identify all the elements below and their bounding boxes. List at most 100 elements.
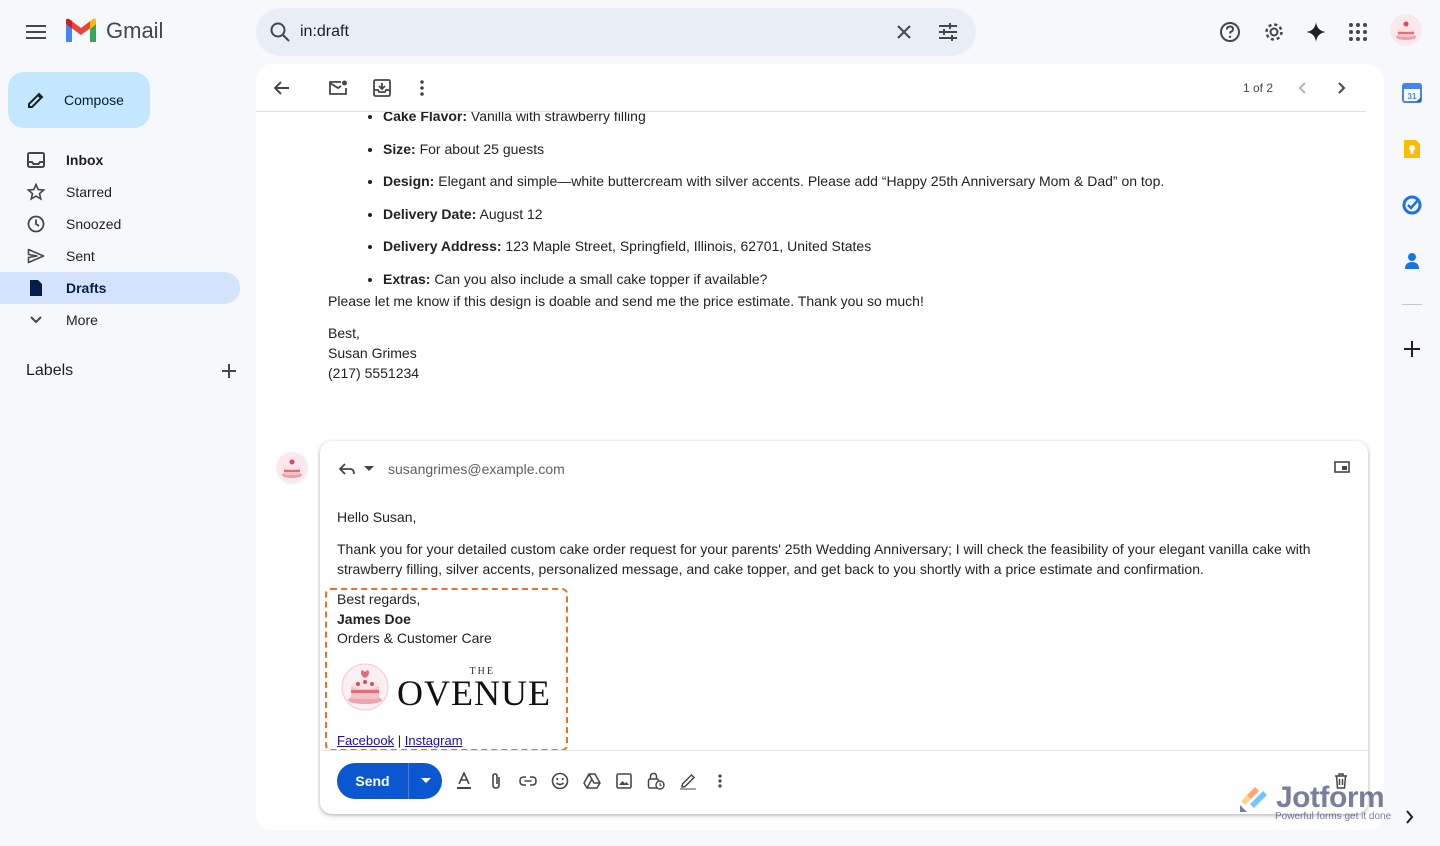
search-options-button[interactable]: [928, 12, 968, 52]
gemini-button[interactable]: [1296, 12, 1336, 52]
send-options-button[interactable]: [409, 763, 442, 799]
caret-down-icon[interactable]: [364, 466, 374, 472]
instagram-link[interactable]: Instagram: [405, 733, 463, 748]
reply-body[interactable]: Hello Susan, Thank you for your detailed…: [337, 507, 1357, 579]
support-button[interactable]: [1210, 12, 1250, 52]
search-input[interactable]: [300, 20, 860, 44]
item-value: For about 25 guests: [415, 140, 545, 157]
facebook-link[interactable]: Facebook: [337, 733, 394, 748]
account-avatar[interactable]: [1390, 14, 1422, 46]
reply-icon[interactable]: [338, 462, 356, 476]
reply-avatar: [276, 452, 308, 484]
sidebar-item-more[interactable]: More: [0, 304, 240, 336]
rail-divider: [1402, 304, 1422, 305]
keep-icon: [1404, 140, 1420, 158]
older-button[interactable]: [1322, 68, 1362, 108]
inbox-icon: [27, 152, 45, 168]
lock-clock-icon: [647, 772, 665, 790]
sidebar-item-starred[interactable]: Starred: [0, 176, 240, 208]
sidebar-item-label: Snoozed: [66, 216, 122, 232]
more-options-button[interactable]: [402, 68, 442, 108]
contacts-app[interactable]: [1398, 247, 1426, 275]
signature-title: Orders & Customer Care: [337, 630, 492, 646]
gmail-logo[interactable]: Gmail: [64, 18, 163, 44]
help-icon: [1220, 22, 1240, 42]
insert-photo-button[interactable]: [608, 765, 640, 797]
drive-button[interactable]: [576, 765, 608, 797]
sparkle-icon: [1306, 22, 1326, 42]
list-item: Size: For about 25 guests: [383, 137, 1348, 170]
gmail-m-icon: [66, 18, 96, 42]
item-key: Size:: [383, 140, 416, 157]
signature-button[interactable]: [672, 765, 704, 797]
insert-link-button[interactable]: [512, 765, 544, 797]
sidebar-item-drafts[interactable]: Drafts: [0, 272, 240, 304]
close-icon: [897, 25, 911, 39]
clock-icon: [27, 215, 45, 233]
signature: Best regards, James Doe Orders & Custome…: [337, 590, 492, 649]
calendar-app[interactable]: 31: [1398, 79, 1426, 107]
move-to-inbox-button[interactable]: [362, 68, 402, 108]
pop-out-button[interactable]: [1322, 447, 1362, 487]
brand-name: OVENUE: [397, 672, 551, 713]
tasks-app[interactable]: [1398, 191, 1426, 219]
formatting-button[interactable]: [448, 765, 480, 797]
compose-button[interactable]: Compose: [8, 72, 150, 128]
pager-count: 1 of 2: [1243, 81, 1274, 95]
mark-unread-button[interactable]: [318, 68, 358, 108]
newer-button[interactable]: [1282, 68, 1322, 108]
reply-greeting: Hello Susan,: [337, 509, 417, 525]
draft-icon: [30, 280, 42, 296]
calendar-icon: 31: [1402, 83, 1422, 103]
cake-avatar-icon: [1396, 21, 1416, 40]
settings-button[interactable]: [1254, 12, 1294, 52]
send-button-group: Send: [337, 763, 442, 799]
social-links: Facebook | Instagram: [337, 733, 463, 748]
compose-footer: Send: [320, 750, 1368, 814]
closing-line: Please let me know if this design is doa…: [328, 293, 924, 309]
gear-icon: [1265, 23, 1283, 41]
pen-icon: [680, 773, 696, 790]
sender-phone: (217) 5551234: [328, 365, 420, 381]
reply-compose-box: susangrimes@example.com Hello Susan, Tha…: [320, 441, 1368, 814]
sidebar-item-snoozed[interactable]: Snoozed: [0, 208, 240, 240]
sidebar-item-sent[interactable]: Sent: [0, 240, 240, 272]
emoji-button[interactable]: [544, 765, 576, 797]
attach-button[interactable]: [480, 765, 512, 797]
item-key: Delivery Address:: [383, 238, 502, 254]
jotform-name: Jotform: [1276, 781, 1385, 814]
plus-icon: [1404, 341, 1420, 357]
message-view: 1 of 2 Cake Flavor: Vanilla with strawbe…: [256, 64, 1384, 830]
sidebar-nav: Inbox Starred Snoozed Sent Drafts More: [0, 144, 256, 336]
more-compose-options-button[interactable]: [704, 765, 736, 797]
tasks-icon: [1402, 195, 1422, 215]
apps-button[interactable]: [1338, 12, 1378, 52]
jotform-tagline: Powerful forms get it done: [1275, 811, 1392, 822]
email-body: Cake Flavor: Vanilla with strawberry fil…: [328, 104, 1348, 383]
sidebar-item-label: Sent: [66, 248, 95, 264]
clear-search-button[interactable]: [884, 12, 924, 52]
sidebar-item-inbox[interactable]: Inbox: [0, 144, 240, 176]
plus-icon[interactable]: [222, 364, 236, 378]
chevron-right-icon[interactable]: [1406, 810, 1414, 824]
item-value: August 12: [476, 205, 543, 222]
grid-apps-icon: [1349, 23, 1367, 41]
item-key: Delivery Date:: [383, 205, 477, 222]
reply-message: Thank you for your detailed custom cake …: [337, 541, 1311, 577]
chevron-right-icon: [1338, 82, 1346, 94]
search-icon[interactable]: [268, 20, 292, 44]
confidential-mode-button[interactable]: [640, 765, 672, 797]
get-addons-button[interactable]: [1398, 335, 1426, 363]
keep-app[interactable]: [1398, 135, 1426, 163]
signoff: Best,: [328, 325, 360, 341]
recipient-address[interactable]: susangrimes@example.com: [388, 461, 565, 477]
link-icon: [519, 776, 537, 786]
back-button[interactable]: [262, 68, 302, 108]
image-icon: [616, 773, 632, 789]
list-item: Delivery Date: August 12: [383, 202, 1348, 235]
item-key: Design:: [383, 173, 435, 189]
send-icon: [27, 248, 45, 264]
sidebar-item-label: Starred: [66, 184, 112, 200]
send-button[interactable]: Send: [337, 763, 409, 799]
main-menu-button[interactable]: [16, 12, 56, 52]
